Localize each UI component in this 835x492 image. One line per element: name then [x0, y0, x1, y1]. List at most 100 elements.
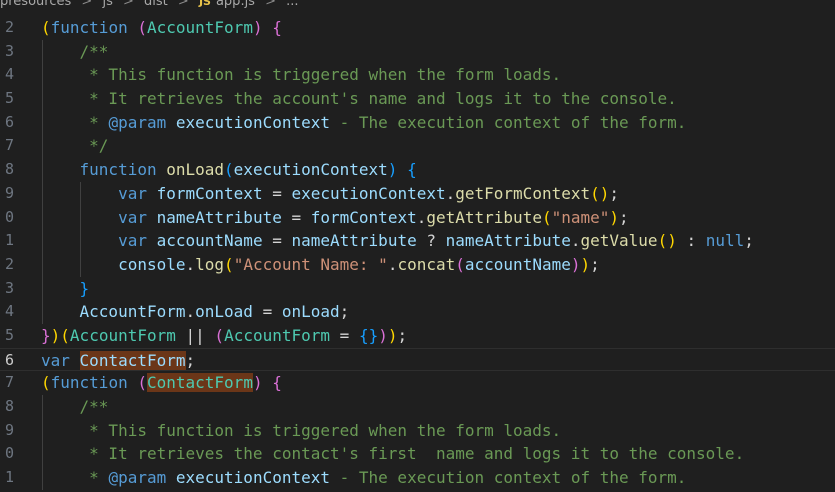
code-token: (: [224, 254, 234, 274]
code-token: (): [590, 183, 610, 203]
code-line[interactable]: 6 * @param executionContext - The execut…: [0, 110, 835, 135]
code-text[interactable]: /**: [41, 40, 109, 64]
code-line[interactable]: 8 /**: [0, 395, 835, 419]
code-editor[interactable]: presources > js > dist > JS app.js > ... …: [0, 0, 835, 492]
code-token: (: [541, 207, 552, 227]
code-token: * This function is triggered when the fo…: [41, 65, 562, 85]
code-text[interactable]: * This function is triggered when the fo…: [41, 63, 561, 87]
code-text[interactable]: (function (AccountForm) {: [41, 16, 282, 40]
code-token: console: [118, 254, 186, 274]
code-line[interactable]: 2 console.log("Account Name: ".concat(ac…: [0, 252, 835, 277]
code-line[interactable]: 4 * This function is triggered when the …: [0, 63, 835, 88]
breadcrumb-item-js[interactable]: js: [102, 0, 112, 9]
code-token: executionContext: [175, 468, 330, 488]
code-token: AccountForm: [79, 302, 186, 322]
code-line[interactable]: 7 (function (ContactForm) {: [0, 371, 835, 395]
code-token: log: [195, 254, 225, 274]
code-line[interactable]: 3 }: [0, 276, 835, 301]
code-line[interactable]: 4 AccountForm.onLoad = onLoad;: [0, 300, 835, 324]
code-token: ): [387, 160, 398, 180]
code-token: (: [41, 373, 51, 393]
code-line[interactable]: 9 var formContext = executionContext.get…: [0, 181, 835, 206]
code-token: executionContext: [175, 112, 330, 132]
code-token: }: [79, 278, 90, 298]
line-number: 5: [4, 89, 14, 108]
code-text[interactable]: var accountName = nameAttribute ? nameAt…: [41, 229, 754, 253]
code-token: ;: [339, 302, 350, 322]
code-line[interactable]: 3 /**: [0, 39, 835, 64]
code-token: accountName: [156, 231, 263, 251]
code-token: *: [41, 468, 109, 488]
code-token: executionContext: [233, 160, 388, 180]
code-token: function: [50, 18, 128, 37]
code-token: ContactForm: [146, 373, 253, 393]
code-token: - The execution context of the form.: [330, 112, 687, 132]
code-text[interactable]: (function (ContactForm) {: [41, 371, 282, 395]
code-line[interactable]: 9 * This function is triggered when the …: [0, 418, 835, 443]
line-number: 1: [4, 231, 14, 250]
code-line[interactable]: 1 var accountName = nameAttribute ? name…: [0, 229, 835, 253]
code-token: .: [570, 231, 581, 251]
code-text[interactable]: var formContext = executionContext.getFo…: [41, 182, 619, 206]
code-token: ?: [416, 231, 446, 251]
code-text[interactable]: * This function is triggered when the fo…: [41, 419, 561, 443]
code-token: getFormContext: [455, 183, 591, 203]
code-text[interactable]: * It retrieves the account's name and lo…: [41, 87, 677, 111]
code-token: {: [272, 373, 282, 393]
code-token: .: [185, 254, 196, 274]
breadcrumb: presources > js > dist > JS app.js > ...: [0, 0, 835, 14]
breadcrumb-item-folder[interactable]: presources: [0, 0, 71, 9]
breadcrumb-item-symbol[interactable]: ...: [286, 0, 298, 9]
code-line[interactable]: 2 (function (AccountForm) {: [0, 16, 835, 40]
code-text[interactable]: * @param executionContext - The executio…: [41, 111, 686, 135]
code-text[interactable]: }: [41, 277, 90, 301]
code-text[interactable]: console.log("Account Name: ".concat(acco…: [41, 253, 600, 277]
code-lines[interactable]: 2 (function (AccountForm) {3 /** 4 * This …: [0, 16, 835, 490]
code-token: function: [50, 373, 128, 393]
code-token: getValue: [580, 231, 658, 251]
code-text[interactable]: AccountForm.onLoad = onLoad;: [41, 300, 350, 324]
code-token: =: [252, 302, 282, 322]
code-line[interactable]: 0 var nameAttribute = formContext.getAtt…: [0, 205, 835, 230]
code-token: /**: [41, 41, 109, 61]
code-line[interactable]: 5})(AccountForm || (AccountForm = {}));: [0, 324, 835, 348]
code-line[interactable]: 0 * It retrieves the contact's first nam…: [0, 442, 835, 467]
code-text[interactable]: /**: [41, 395, 109, 419]
code-text[interactable]: var ContactForm;: [41, 349, 195, 373]
code-line[interactable]: 5 * It retrieves the account's name and …: [0, 87, 835, 111]
line-number: 3: [4, 41, 14, 60]
breadcrumb-item-dist[interactable]: dist: [144, 0, 168, 9]
code-line[interactable]: 1 * @param executionContext - The execut…: [0, 466, 835, 490]
code-text[interactable]: * @param executionContext - The executio…: [41, 466, 686, 490]
line-number: 1: [4, 468, 14, 487]
code-line[interactable]: 8 function onLoad(executionContext) {: [0, 158, 835, 182]
code-token: nameAttribute: [445, 231, 571, 251]
breadcrumb-item-file[interactable]: app.js: [216, 0, 255, 9]
code-text[interactable]: * It retrieves the contact's first name …: [41, 442, 744, 466]
code-line-current[interactable]: 6 var ContactForm;: [0, 347, 835, 373]
code-token: =: [281, 207, 311, 227]
code-token: * It retrieves the contact's first name …: [41, 444, 745, 464]
code-token: - The execution context of the form.: [330, 468, 687, 488]
breadcrumb-separator: >: [177, 0, 189, 9]
code-token: var: [41, 350, 70, 370]
code-text[interactable]: function onLoad(executionContext) {: [41, 158, 417, 182]
code-token: ;: [590, 254, 600, 274]
code-text[interactable]: var nameAttribute = formContext.getAttri…: [41, 206, 629, 230]
code-text[interactable]: */: [41, 134, 108, 158]
line-number: 0: [4, 444, 14, 463]
breadcrumb-separator: >: [265, 0, 277, 9]
code-token: ): [580, 254, 591, 274]
code-token: var: [118, 183, 147, 203]
code-line[interactable]: 7 */: [0, 134, 835, 159]
code-text[interactable]: })(AccountForm || (AccountForm = {}));: [41, 324, 407, 348]
